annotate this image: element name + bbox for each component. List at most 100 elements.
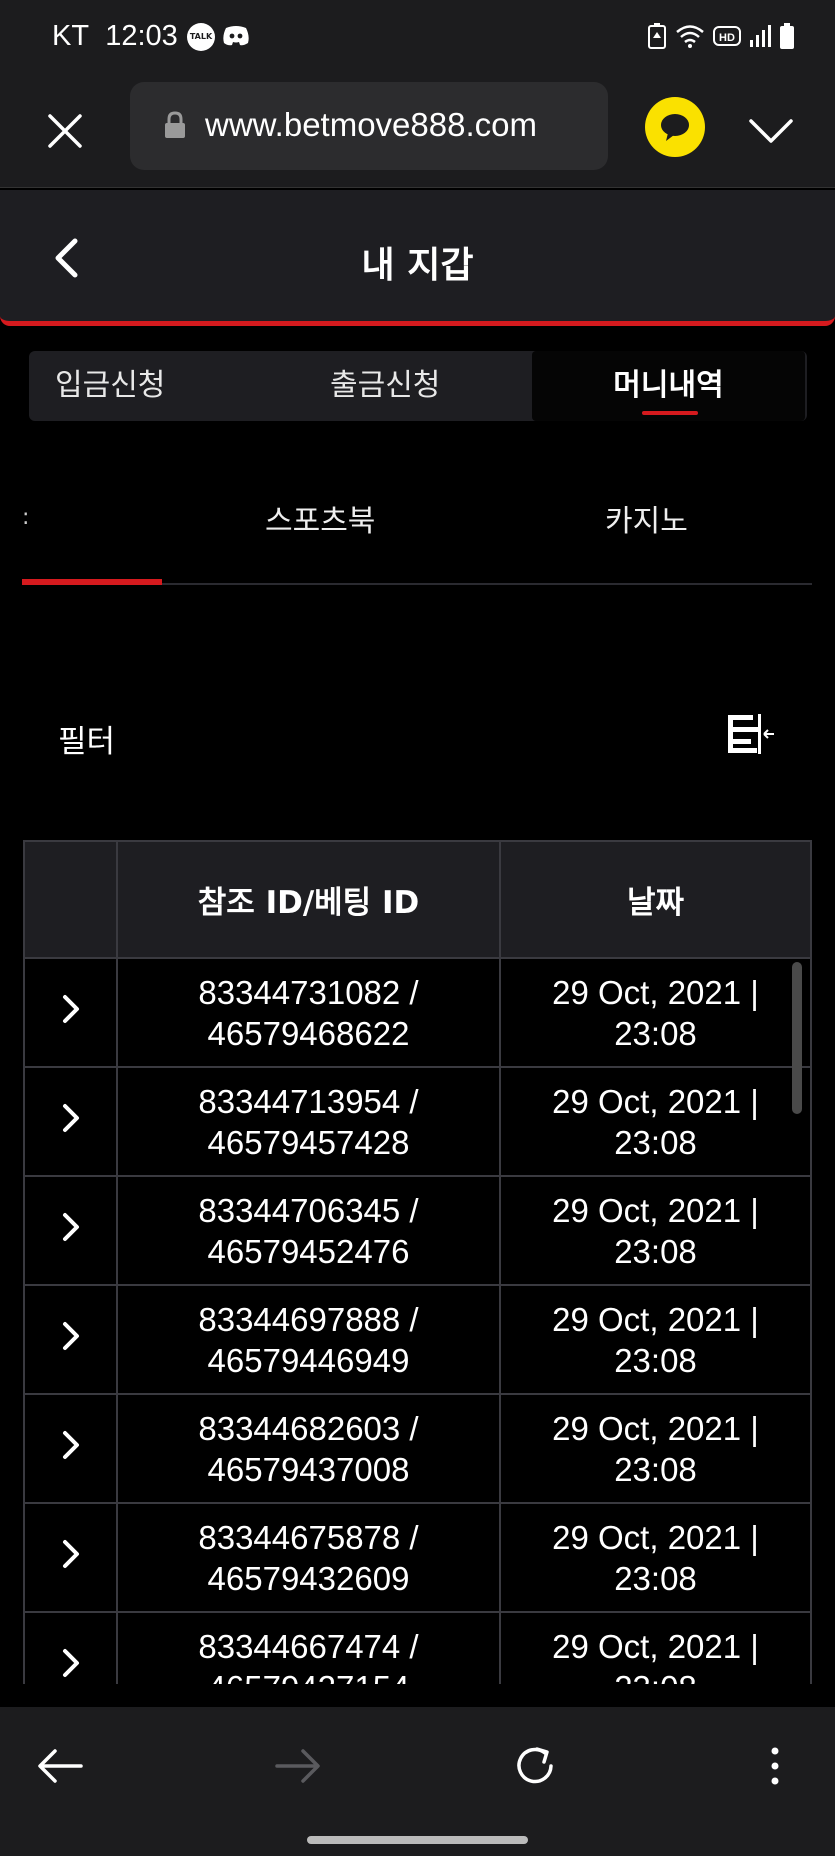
subtab-sportsbook[interactable]: 스포츠북: [265, 496, 375, 540]
table-row[interactable]: 83344682603 /46579437008 29 Oct, 2021 | 23…: [23, 1393, 812, 1504]
row-ref-bet-id: 83344667474 / 46579427154: [116, 1611, 501, 1685]
browser-nav-bar: [0, 1707, 835, 1822]
table-header-row: 참조 ID/베팅 ID 날짜: [23, 840, 812, 959]
nav-refresh-button[interactable]: [501, 1731, 571, 1801]
header-ref-id: 참조 ID/베팅 ID: [116, 840, 501, 959]
row-ref-bet-id: 83344706345 /46579452476: [116, 1175, 501, 1286]
tab-money-history[interactable]: 머니내역: [532, 351, 805, 421]
more-vertical-icon: [771, 1747, 779, 1785]
row-expand-button[interactable]: [23, 1066, 118, 1177]
ref-id: 83344713954 /: [198, 1082, 419, 1120]
time-value: 23:08: [614, 1123, 697, 1161]
wallet-tabs: 입금신청 출금신청 머니내역: [29, 351, 807, 421]
filter-icon: [728, 714, 774, 754]
row-date: 29 Oct, 2021 |23:08: [499, 1284, 812, 1395]
ref-id: 83344675878 /: [198, 1518, 419, 1556]
chevron-right-icon: [62, 1649, 79, 1677]
row-date: 29 Oct, 2021 |23:08: [499, 1502, 812, 1613]
row-ref-bet-id: 83344731082 /46579468622: [116, 957, 501, 1068]
wallet-header: 내 지갑: [0, 190, 835, 326]
close-tab-button[interactable]: [40, 106, 90, 156]
browser-menu-toggle[interactable]: [745, 106, 797, 156]
row-expand-button[interactable]: [23, 957, 118, 1068]
bet-id: 46579452476: [207, 1232, 410, 1270]
header-date: 날짜: [499, 840, 812, 959]
table-row[interactable]: 83344706345 /46579452476 29 Oct, 2021 | 23…: [23, 1175, 812, 1286]
ref-id: 83344697888 /: [198, 1300, 419, 1338]
bet-id: 46579468622: [207, 1014, 410, 1052]
row-ref-bet-id: 83344682603 /46579437008: [116, 1393, 501, 1504]
row-expand-button[interactable]: [23, 1611, 118, 1684]
chevron-right-icon: [62, 995, 79, 1023]
kakaotalk-icon: TALK: [187, 23, 215, 51]
table-row[interactable]: 83344697888 /46579446949 29 Oct, 2021 | 23…: [23, 1284, 812, 1395]
time-value: 23:08: [501, 1667, 810, 1685]
bet-id: 46579437008: [207, 1450, 410, 1488]
table-scrollbar[interactable]: [792, 962, 802, 1114]
row-date: 29 Oct, 2021 | 23:08: [499, 1611, 812, 1685]
tab-money-history-label: 머니내역: [613, 368, 724, 403]
svg-text:HD: HD: [719, 32, 735, 44]
chevron-right-icon: [62, 1540, 79, 1568]
chevron-right-icon: [62, 1104, 79, 1132]
row-date: 29 Oct, 2021 |23:08: [499, 1175, 812, 1286]
tab-withdraw[interactable]: 출금신청: [330, 351, 530, 421]
chevron-right-icon: [62, 1213, 79, 1241]
battery-icon: [779, 22, 795, 50]
date-value: 29 Oct, 2021 |: [552, 1082, 759, 1120]
date-value: 29 Oct, 2021 |: [552, 1627, 759, 1665]
arrow-left-icon: [38, 1749, 83, 1783]
page-title: 내 지갑: [361, 245, 474, 286]
discord-icon: [222, 25, 250, 51]
ref-id: 83344667474 /: [198, 1627, 419, 1665]
table-row[interactable]: 83344667474 / 46579427154 29 Oct, 2021 | 23…: [23, 1611, 812, 1685]
signal-icon: [749, 22, 771, 50]
status-carrier-time: KT 12:03: [52, 20, 178, 52]
time-value: 23:08: [614, 1232, 697, 1270]
chevron-down-icon: [749, 119, 793, 143]
bet-id: 46579457428: [207, 1123, 410, 1161]
bet-id: 46579427154: [118, 1667, 499, 1685]
time-value: 23:08: [614, 1341, 697, 1379]
row-expand-button[interactable]: [23, 1393, 118, 1504]
history-table: 참조 ID/베팅 ID 날짜 83344731082 /46579468622 2…: [23, 840, 812, 1684]
subtab-casino[interactable]: 카지노: [605, 496, 688, 540]
time-value: 23:08: [614, 1014, 697, 1052]
url-text: www.betmove888.com: [205, 106, 537, 143]
arrow-right-icon: [275, 1749, 320, 1783]
lock-icon: [164, 111, 186, 143]
table-row[interactable]: 83344731082 /46579468622 29 Oct, 2021 | 23…: [23, 957, 812, 1068]
table-row[interactable]: 83344675878 /46579432609 29 Oct, 2021 | 23…: [23, 1502, 812, 1613]
row-expand-button[interactable]: [23, 1175, 118, 1286]
home-indicator[interactable]: [307, 1836, 528, 1844]
active-tab-underline: [642, 411, 698, 415]
status-bar: KT 12:03 TALK HD: [0, 0, 835, 76]
ref-id: 83344706345 /: [198, 1191, 419, 1229]
date-value: 29 Oct, 2021 |: [552, 973, 759, 1011]
ref-id: 83344682603 /: [198, 1409, 419, 1447]
row-ref-bet-id: 83344697888 /46579446949: [116, 1284, 501, 1395]
filter-toggle-button[interactable]: [726, 712, 776, 760]
nav-more-button[interactable]: [740, 1731, 810, 1801]
nav-forward-button[interactable]: [263, 1731, 333, 1801]
subtab-active-indicator: [22, 579, 162, 585]
history-table-container: 참조 ID/베팅 ID 날짜 83344731082 /46579468622 2…: [23, 840, 812, 1684]
tab-deposit[interactable]: 입금신청: [55, 351, 255, 421]
bet-id: 46579432609: [207, 1559, 410, 1597]
wifi-icon: [675, 22, 705, 50]
chevron-right-icon: [62, 1431, 79, 1459]
row-expand-button[interactable]: [23, 1284, 118, 1395]
row-date: 29 Oct, 2021 |23:08: [499, 1066, 812, 1177]
date-value: 29 Oct, 2021 |: [552, 1191, 759, 1229]
subtab-overflow[interactable]: :: [22, 505, 29, 530]
nav-back-button[interactable]: [25, 1731, 95, 1801]
time-value: 23:08: [614, 1559, 697, 1597]
row-expand-button[interactable]: [23, 1502, 118, 1613]
battery-saver-icon: [647, 22, 667, 50]
filter-label: 필터: [58, 724, 116, 760]
table-body: 83344731082 /46579468622 29 Oct, 2021 | 23…: [23, 957, 812, 1685]
row-date: 29 Oct, 2021 |23:08: [499, 1393, 812, 1504]
kakao-chat-button[interactable]: [645, 97, 705, 157]
url-field[interactable]: www.betmove888.com: [130, 82, 608, 170]
table-row[interactable]: 83344713954 /46579457428 29 Oct, 2021 | 23…: [23, 1066, 812, 1177]
